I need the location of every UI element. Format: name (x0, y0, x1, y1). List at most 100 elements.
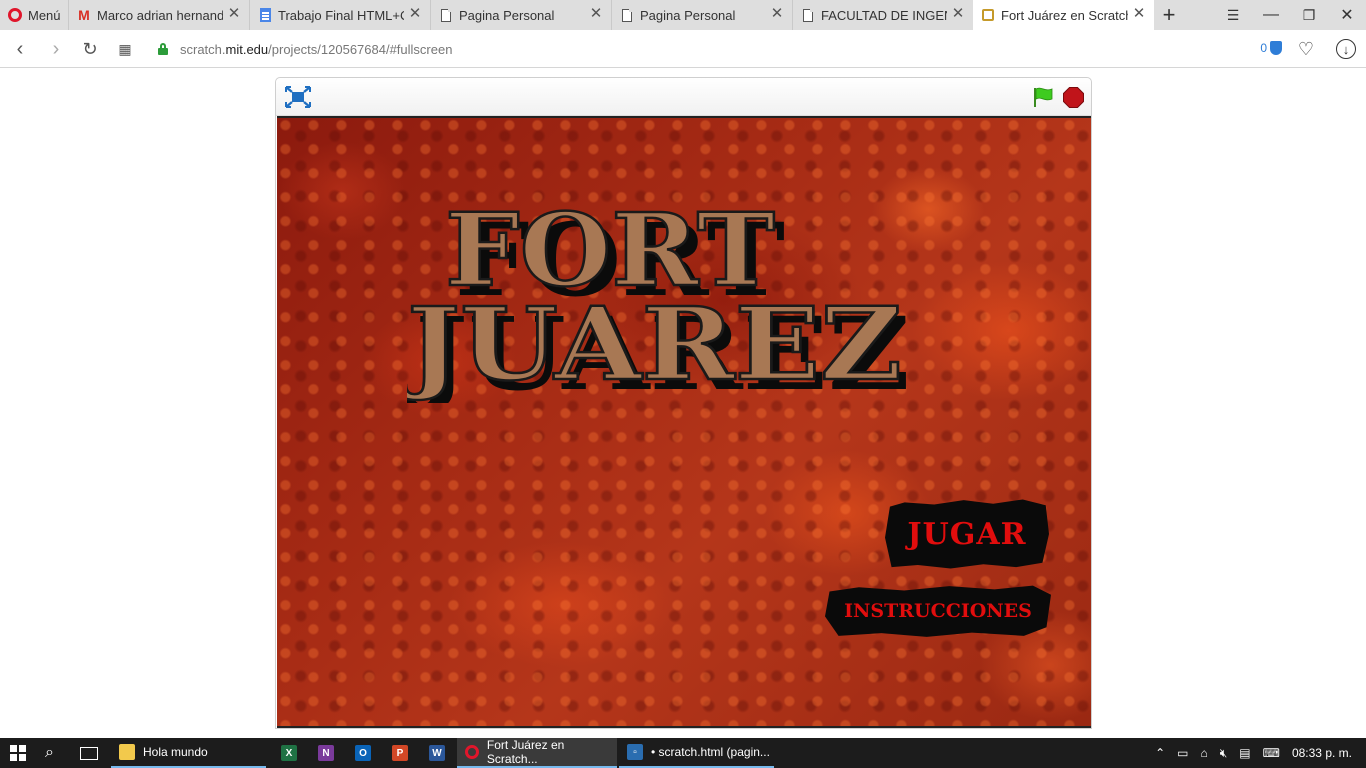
url-text[interactable]: scratch.mit.edu/projects/120567684/#full… (180, 42, 452, 57)
restore-button[interactable]: ❐ (1290, 0, 1328, 30)
game-title-logo: FORT JUAREZ FORT JUAREZ (407, 203, 910, 403)
player-toolbar (276, 78, 1091, 116)
windows-logo-icon (10, 745, 26, 761)
opera-icon (465, 745, 479, 759)
heart-icon: ♡ (1297, 38, 1315, 59)
close-tab-icon[interactable]: ✕ (408, 6, 422, 21)
taskbar-editor-label: • scratch.html (pagin... (651, 745, 770, 759)
tab-pagina-personal-1[interactable]: Pagina Personal ✕ (430, 0, 611, 30)
green-flag-icon[interactable] (1032, 86, 1054, 108)
close-tab-icon[interactable]: ✕ (770, 6, 784, 21)
url-field[interactable]: scratch.mit.edu/projects/120567684/#full… (148, 35, 1288, 63)
tab-title: Trabajo Final HTML+CSS (278, 7, 404, 23)
tab-strip: Menú M Marco adrian hernandez ✕ Trabajo … (0, 0, 1366, 30)
search-icon: ⌕ (45, 744, 54, 761)
tab-title: Marco adrian hernandez (97, 7, 223, 23)
speed-dial-button[interactable]: ▦ (110, 35, 140, 63)
onenote-icon: N (318, 745, 334, 761)
taskbar-opera-window[interactable]: Fort Juárez en Scratch... (457, 738, 617, 768)
tab-title: Pagina Personal (459, 7, 555, 23)
taskbar-word[interactable]: W (429, 738, 445, 768)
url-domain: mit.edu (225, 41, 269, 57)
document-icon (620, 7, 634, 22)
adblock-indicator[interactable]: 0 (1260, 41, 1282, 55)
clock[interactable]: 08:33 p. m. (1292, 746, 1352, 760)
task-view-icon (80, 746, 98, 760)
url-host: scratch. (180, 41, 226, 57)
reload-icon: ↻ (82, 38, 98, 59)
stop-sign-icon[interactable] (1063, 87, 1084, 108)
search-button[interactable]: ⌕ (45, 738, 54, 768)
excel-icon: X (281, 745, 297, 761)
title-line2: JUAREZ (407, 285, 902, 403)
tab-gmail[interactable]: M Marco adrian hernandez ✕ (68, 0, 249, 30)
tab-pagina-personal-2[interactable]: Pagina Personal ✕ (611, 0, 792, 30)
adblock-count: 0 (1260, 41, 1267, 55)
tab-facultad[interactable]: FACULTAD DE INGENIERÍA ✕ (792, 0, 973, 30)
instructions-button[interactable]: INSTRUCCIONES (825, 585, 1051, 637)
play-button[interactable]: JUGAR (885, 499, 1049, 569)
minimize-button[interactable]: — (1252, 0, 1290, 30)
taskbar-powerpoint[interactable]: P (392, 738, 408, 768)
start-button[interactable] (10, 738, 26, 768)
close-tab-icon[interactable]: ✕ (1132, 6, 1146, 21)
network-icon[interactable]: ⌂ (1200, 746, 1207, 760)
google-docs-icon (258, 8, 272, 22)
keyboard-icon[interactable]: ⌨ (1263, 746, 1280, 760)
task-view-button[interactable] (80, 738, 98, 768)
tab-title: Pagina Personal (640, 7, 736, 23)
tab-fort-juarez[interactable]: Fort Juárez en Scratch ✕ (973, 0, 1154, 30)
taskbar-folder-label: Hola mundo (143, 745, 208, 759)
volume-muted-icon[interactable]: 🔇︎ (1220, 746, 1228, 761)
taskbar-onenote[interactable]: N (318, 738, 334, 768)
editor-icon: ▫ (627, 744, 643, 760)
opera-menu-button[interactable]: Menú (0, 0, 66, 30)
folder-icon (119, 744, 135, 760)
system-tray: ⌃ ▭ ⌂ 🔇︎ ▤ ⌨ 08:33 p. m. (1155, 738, 1366, 768)
download-icon: ↓ (1336, 39, 1356, 59)
gmail-icon: M (78, 7, 90, 23)
tab-menu-button[interactable]: ☰ (1214, 0, 1252, 30)
minimize-icon: — (1263, 6, 1279, 23)
menu-label: Menú (28, 7, 61, 23)
scratch-player: FORT JUAREZ FORT JUAREZ JUGAR INSTRUCCIO… (275, 77, 1092, 729)
close-tab-icon[interactable]: ✕ (589, 6, 603, 21)
exit-fullscreen-icon[interactable] (285, 86, 311, 108)
tab-trabajo-final[interactable]: Trabajo Final HTML+CSS ✕ (249, 0, 430, 30)
close-window-button[interactable]: ✕ (1328, 0, 1366, 30)
downloads-button[interactable]: ↓ (1330, 35, 1362, 63)
taskbar-excel[interactable]: X (281, 738, 297, 768)
url-path: /projects/120567684/#fullscreen (268, 41, 453, 57)
close-tab-icon[interactable]: ✕ (951, 6, 965, 21)
document-icon (801, 7, 815, 22)
chevron-up-icon[interactable]: ⌃ (1155, 746, 1165, 760)
bookmark-button[interactable]: ♡ (1290, 35, 1322, 63)
windows-taskbar: ⌕ Hola mundo X N O P W Fort Juárez en Sc… (0, 738, 1366, 768)
taskbar-folder-hola-mundo[interactable]: Hola mundo (111, 738, 266, 768)
grid-icon: ▦ (118, 40, 132, 57)
forward-arrow-icon: › (52, 37, 60, 60)
forward-button[interactable]: › (41, 35, 71, 63)
outlook-icon: O (355, 745, 371, 761)
close-tab-icon[interactable]: ✕ (227, 6, 241, 21)
reload-button[interactable]: ↻ (75, 35, 105, 63)
padlock-icon (158, 43, 168, 55)
shield-icon (1270, 41, 1282, 55)
tab-menu-icon: ☰ (1226, 6, 1240, 23)
notifications-icon[interactable]: ▤ (1239, 746, 1250, 760)
address-bar: ‹ › ↻ ▦ scratch.mit.edu/projects/1205676… (0, 30, 1366, 68)
document-icon (439, 7, 453, 22)
tablet-mode-icon[interactable]: ▭ (1177, 746, 1188, 760)
new-tab-button[interactable]: + (1150, 0, 1188, 30)
back-button[interactable]: ‹ (5, 35, 35, 63)
back-arrow-icon: ‹ (16, 37, 24, 60)
taskbar-editor-window[interactable]: ▫ • scratch.html (pagin... (619, 738, 774, 768)
taskbar-outlook[interactable]: O (355, 738, 371, 768)
tab-title: Fort Juárez en Scratch (1001, 7, 1128, 23)
restore-icon: ❐ (1302, 6, 1316, 23)
game-stage[interactable]: FORT JUAREZ FORT JUAREZ JUGAR INSTRUCCIO… (277, 116, 1091, 728)
powerpoint-icon: P (392, 745, 408, 761)
opera-logo-icon (8, 8, 22, 22)
taskbar-opera-label: Fort Juárez en Scratch... (486, 738, 565, 766)
tab-title: FACULTAD DE INGENIERÍA (821, 7, 947, 23)
